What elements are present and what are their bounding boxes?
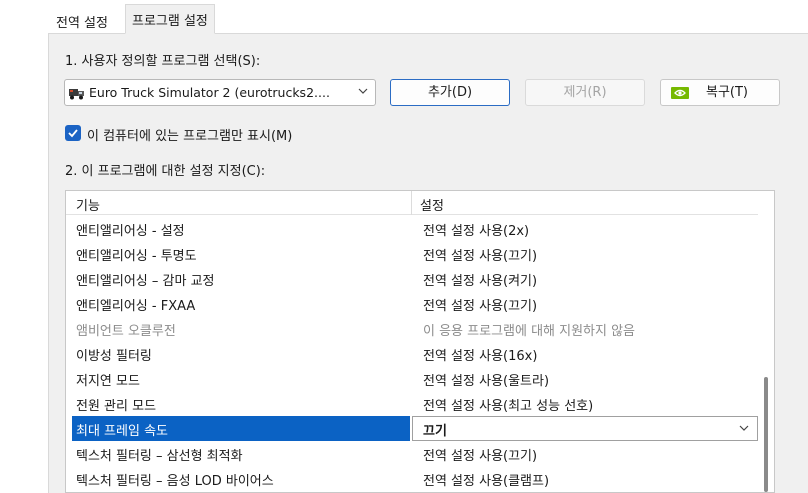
list-item[interactable]: 이방성 필터링 전역 설정 사용(16x) <box>72 341 758 366</box>
column-divider[interactable] <box>411 191 412 215</box>
tab-program-settings[interactable]: 프로그램 설정 <box>125 4 215 34</box>
setting-value: 전역 설정 사용(클램프) <box>423 474 550 489</box>
setting-value: 전역 설정 사용(울트라) <box>423 374 550 389</box>
list-item[interactable]: 전원 관리 모드 전역 설정 사용(최고 성능 선호) <box>72 391 758 416</box>
list-item[interactable]: 저지연 모드 전역 설정 사용(울트라) <box>72 366 758 391</box>
chevron-down-icon <box>739 425 749 431</box>
setting-value: 전역 설정 사용(켜기) <box>423 274 538 289</box>
setting-value: 전역 설정 사용(최고 성능 선호) <box>423 399 594 414</box>
feature-name: 전원 관리 모드 <box>76 399 157 414</box>
select-program-label: 1. 사용자 정의할 프로그램 선택(S): <box>65 54 261 69</box>
feature-name: 최대 프레임 속도 <box>76 424 168 439</box>
settings-list[interactable]: 기능 설정 앤티앨리어싱 - 설정 전역 설정 사용(2x) 앤티앨리어싱 - … <box>65 190 775 493</box>
restore-button-label: 복구(T) <box>705 85 748 100</box>
list-item[interactable]: 앤티앨리어싱 - 투명도 전역 설정 사용(끄기) <box>72 241 758 266</box>
nvidia-logo-icon <box>671 87 689 99</box>
show-only-installed-label[interactable]: 이 컴퓨터에 있는 프로그램만 표시(M) <box>87 125 292 144</box>
tab-strip: 전역 설정 프로그램 설정 <box>0 0 808 34</box>
tab-global-settings[interactable]: 전역 설정 <box>50 8 114 34</box>
list-item-unsupported[interactable]: 앰비언트 오클루전 이 응용 프로그램에 대해 지원하지 않음 <box>72 316 758 341</box>
column-header-feature[interactable]: 기능 <box>76 195 100 214</box>
feature-name: 앤티앨리어싱 – 감마 교정 <box>76 274 215 289</box>
list-item[interactable]: 텍스처 필터링 – 음성 LOD 바이어스 전역 설정 사용(클램프) <box>72 466 758 491</box>
chevron-down-icon <box>358 88 368 94</box>
setting-value: 전역 설정 사용(끄기) <box>423 449 538 464</box>
feature-name: 텍스처 필터링 – 삼선형 최적화 <box>76 449 243 464</box>
list-item[interactable]: 텍스처 필터링 – 삼선형 최적화 전역 설정 사용(끄기) <box>72 441 758 466</box>
feature-name: 이방성 필터링 <box>76 349 152 364</box>
setting-value: 전역 설정 사용(끄기) <box>423 249 538 264</box>
program-select-value: Euro Truck Simulator 2 (eurotrucks2.... <box>89 85 330 100</box>
add-program-button[interactable]: 추가(D) <box>390 79 510 106</box>
feature-name: 앤티엘리어싱 - FXAA <box>76 299 196 314</box>
feature-name: 앤티앨리어싱 - 설정 <box>76 224 185 239</box>
setting-value: 전역 설정 사용(끄기) <box>423 299 538 314</box>
settings-list-header: 기능 설정 <box>66 191 758 215</box>
program-select-dropdown[interactable]: Euro Truck Simulator 2 (eurotrucks2.... <box>64 79 376 106</box>
specify-settings-label: 2. 이 프로그램에 대한 설정 지정(C): <box>65 164 266 179</box>
setting-value: 전역 설정 사용(16x) <box>423 349 538 364</box>
list-item-selected[interactable]: 최대 프레임 속도 끄기 <box>72 416 758 441</box>
feature-name: 앰비언트 오클루전 <box>76 324 176 339</box>
column-header-setting[interactable]: 설정 <box>420 195 444 214</box>
feature-name: 앤티앨리어싱 - 투명도 <box>76 249 197 264</box>
restore-button[interactable]: 복구(T) <box>660 79 780 106</box>
truck-app-icon <box>69 89 84 100</box>
scrollbar-thumb[interactable] <box>764 377 768 492</box>
setting-value: 전역 설정 사용(2x) <box>423 224 530 239</box>
vertical-scrollbar[interactable] <box>758 191 774 492</box>
setting-dropdown-value: 끄기 <box>423 424 447 439</box>
setting-value: 이 응용 프로그램에 대해 지원하지 않음 <box>423 324 636 339</box>
feature-name: 텍스처 필터링 – 음성 LOD 바이어스 <box>76 474 274 489</box>
list-item[interactable]: 앤티엘리어싱 - FXAA 전역 설정 사용(끄기) <box>72 291 758 316</box>
remove-program-button[interactable]: 제거(R) <box>525 79 645 106</box>
setting-dropdown[interactable] <box>412 416 758 441</box>
checkmark-icon <box>68 129 78 138</box>
show-only-installed-checkbox[interactable] <box>65 125 81 141</box>
list-item[interactable]: 앤티앨리어싱 - 설정 전역 설정 사용(2x) <box>72 216 758 241</box>
feature-name: 저지연 모드 <box>76 374 140 389</box>
list-item[interactable]: 앤티앨리어싱 – 감마 교정 전역 설정 사용(켜기) <box>72 266 758 291</box>
